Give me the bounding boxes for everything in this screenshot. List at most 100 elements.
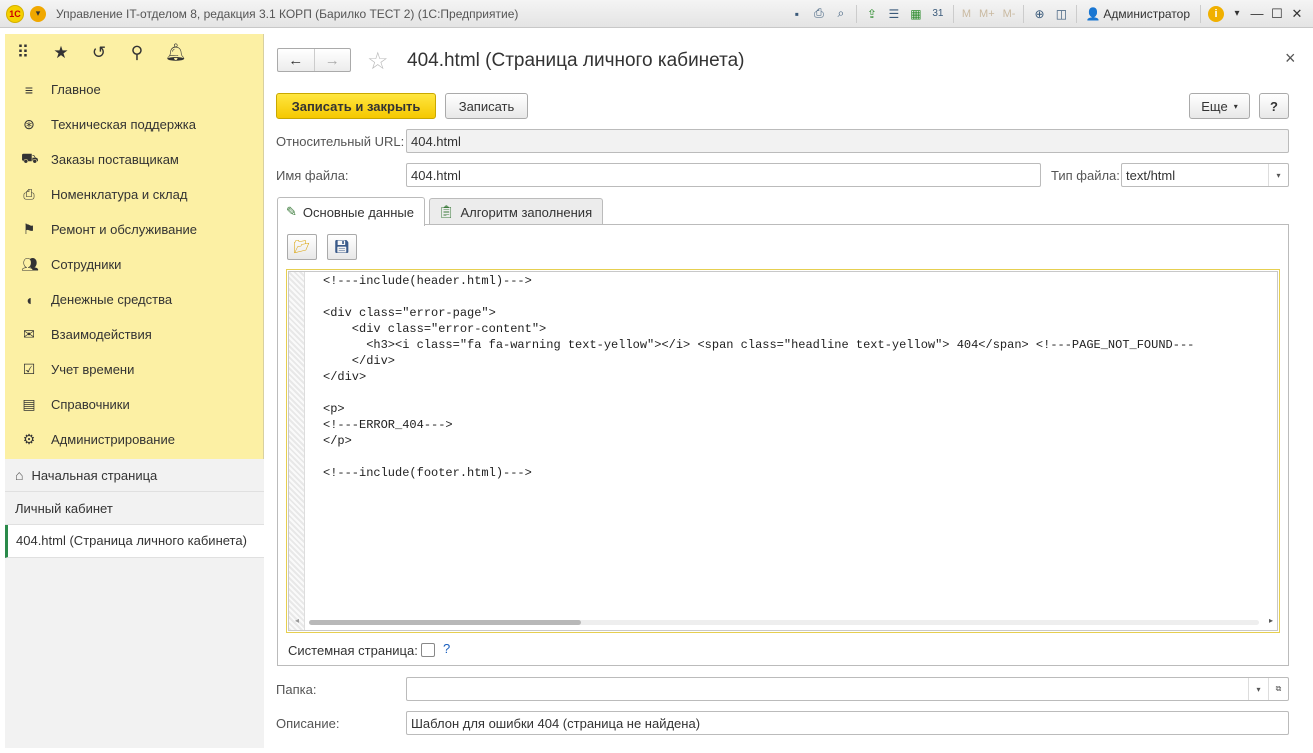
tab-main-data[interactable]: ✎ Основные данные (277, 197, 425, 226)
people-icon: 👥︎ (21, 256, 39, 272)
help-button[interactable]: ? (1259, 93, 1289, 119)
folder-field[interactable]: ▾ ⧉ (406, 677, 1289, 701)
section-label: Администрирование (51, 432, 175, 447)
section-label: Техническая поддержка (51, 117, 196, 132)
current-user[interactable]: 👤 Администратор (1085, 7, 1190, 21)
filename-field[interactable]: 404.html (406, 163, 1041, 187)
back-button[interactable]: ← (278, 49, 314, 71)
horizontal-scrollbar[interactable]: ◂ ▸ (295, 616, 1273, 626)
money-bag-icon: ◖ (24, 291, 34, 308)
minimize-button[interactable]: — (1247, 6, 1267, 21)
sections-panel: ⠿ ★ ↺ ⚲ 🔔︎ ≡ Главное ⊛ Техническая поддерж… (5, 34, 264, 748)
section-nomenclature[interactable]: ⎙ Номенклатура и склад (5, 177, 263, 212)
home-icon: ⌂ (15, 467, 24, 483)
history-icon[interactable]: ↺ (89, 43, 109, 63)
nav-personal-cabinet[interactable]: Личный кабинет (5, 492, 264, 525)
save-icon[interactable]: ▪ (789, 6, 805, 22)
section-repair[interactable]: ⚑ Ремонт и обслуживание (5, 212, 263, 247)
more-label: Еще (1201, 98, 1228, 114)
nav-current-form[interactable]: 404.html (Страница личного кабинета) (5, 525, 264, 558)
maximize-button[interactable]: ☐ (1267, 6, 1287, 22)
search-icon[interactable]: ⚲ (127, 43, 147, 63)
menu-icon: ≡ (24, 81, 34, 98)
calendar-icon[interactable]: 31 (930, 6, 946, 22)
gear-icon: ⚙ (22, 431, 36, 447)
zoom-icon[interactable]: ⊕ (1031, 6, 1047, 22)
floppy-icon: 💾︎ (333, 239, 351, 254)
user-name: Администратор (1103, 6, 1190, 21)
form-title: 404.html (Страница личного кабинета) (407, 50, 745, 71)
app-logo[interactable]: 1С (6, 4, 24, 23)
section-references[interactable]: ▤ Справочники (5, 387, 263, 422)
form-close-icon[interactable]: × (1285, 48, 1296, 69)
chevron-down-icon: ▾ (1233, 101, 1238, 111)
bell-icon[interactable]: 🔔︎ (165, 43, 187, 63)
panel-icon[interactable]: ◫ (1053, 6, 1069, 22)
system-page-checkbox[interactable] (421, 643, 435, 657)
code-content[interactable]: <!---include(header.html)---> <div class… (323, 273, 1194, 481)
nav-home-page[interactable]: ⌂ Начальная страница (5, 459, 264, 492)
section-supplier-orders[interactable]: ⛟ Заказы поставщикам (5, 142, 263, 177)
section-time[interactable]: ☑ Учет времени (5, 352, 263, 387)
scroll-right-icon[interactable]: ▸ (1269, 616, 1273, 625)
favorite-star-icon[interactable]: ☆ (367, 47, 389, 76)
section-label: Денежные средства (51, 292, 173, 307)
memory-m-button[interactable]: M (962, 8, 971, 20)
system-page-help[interactable]: ? (443, 641, 450, 656)
url-field[interactable]: 404.html (406, 129, 1289, 153)
code-editor[interactable]: <!---include(header.html)---> <div class… (286, 269, 1280, 633)
section-money[interactable]: ◖ Денежные средства (5, 282, 263, 317)
description-label: Описание: (276, 716, 340, 731)
section-employees[interactable]: 👥︎ Сотрудники (5, 247, 263, 282)
chevron-down-icon[interactable]: ▾ (1268, 164, 1288, 186)
save-file-button[interactable]: 💾︎ (327, 234, 357, 260)
nav-home-label: Начальная страница (31, 467, 158, 483)
open-icon[interactable]: ⧉ (1268, 678, 1288, 700)
upload-icon[interactable]: ⇪ (864, 6, 880, 22)
section-interactions[interactable]: ✉ Взаимодействия (5, 317, 263, 352)
tab-panel: 📂︎ 💾︎ <!---include(header.html)---> <div… (277, 224, 1289, 666)
more-button[interactable]: Еще ▾ (1189, 93, 1250, 119)
code-line: <div class="error-page"> (323, 306, 496, 320)
toolbar-divider (855, 4, 857, 23)
star-icon[interactable]: ★ (51, 43, 71, 63)
memory-minus-button[interactable]: M- (1003, 8, 1016, 20)
memory-plus-button[interactable]: M+ (979, 8, 995, 20)
save-button[interactable]: Записать (445, 93, 528, 119)
flag-icon: ⚑ (22, 221, 36, 237)
apps-grid-icon[interactable]: ⠿ (13, 43, 33, 63)
scroll-thumb[interactable] (309, 620, 581, 625)
chevron-down-icon[interactable]: ▾ (1227, 8, 1247, 19)
main-menu-button[interactable]: ▾ (30, 5, 46, 22)
preview-icon[interactable]: ⌕ (833, 6, 849, 22)
description-field[interactable]: Шаблон для ошибки 404 (страница не найде… (406, 711, 1289, 735)
section-label: Взаимодействия (51, 327, 152, 342)
forward-button[interactable]: → (313, 49, 351, 71)
truck-icon: ⛟ (21, 150, 39, 166)
quick-access-bar: ⠿ ★ ↺ ⚲ 🔔︎ (5, 34, 263, 72)
print-list-icon[interactable]: ☰ (886, 6, 902, 22)
section-main[interactable]: ≡ Главное (5, 72, 263, 107)
window-title: Управление IT-отделом 8, редакция 3.1 КО… (56, 6, 519, 21)
window-close-button[interactable]: ✕ (1287, 6, 1307, 22)
filetype-select[interactable]: text/html ▾ (1121, 163, 1289, 187)
open-file-button[interactable]: 📂︎ (287, 234, 317, 260)
url-label: Относительный URL: (276, 134, 405, 149)
tab-fill-algorithm[interactable]: 📋︎ Алгоритм заполнения (429, 198, 604, 225)
section-support[interactable]: ⊛ Техническая поддержка (5, 107, 263, 142)
scroll-left-icon[interactable]: ◂ (295, 616, 299, 625)
print-icon[interactable]: ⎙ (811, 6, 827, 22)
magic-wand-icon: ✎ (286, 204, 297, 219)
save-and-close-button[interactable]: Записать и закрыть (276, 93, 436, 119)
toolbar-divider (952, 4, 954, 23)
section-admin[interactable]: ⚙ Администрирование (5, 422, 263, 457)
section-label: Главное (51, 82, 101, 97)
chevron-down-icon[interactable]: ▾ (1248, 678, 1268, 700)
form-area: ← → ☆ 404.html (Страница личного кабинет… (265, 34, 1313, 753)
calculator-icon[interactable]: ▦ (908, 6, 924, 22)
info-icon[interactable]: i (1208, 5, 1224, 22)
lifebuoy-icon: ⊛ (23, 116, 35, 132)
folder-label: Папка: (276, 682, 317, 697)
